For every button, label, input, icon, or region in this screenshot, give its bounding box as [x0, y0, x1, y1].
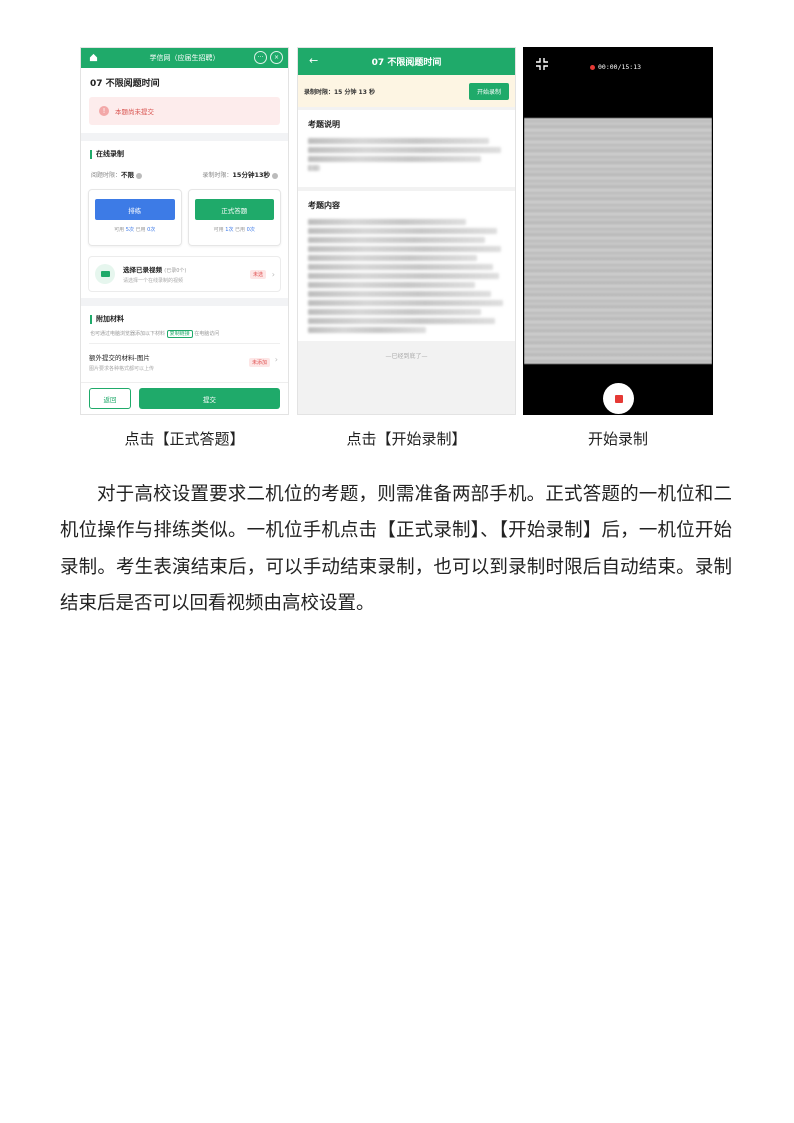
formal-answer-button[interactable]: 正式答题 — [194, 199, 274, 220]
blurred-text — [308, 165, 320, 171]
rehearsal-card: 排练 可用 5次 已用 0次 — [88, 189, 182, 246]
section-marker — [90, 149, 92, 159]
blurred-text — [308, 147, 502, 153]
blurred-text — [308, 318, 496, 324]
video-count: (已录0个) — [164, 268, 187, 274]
caption-1: 点击【正式答题】 — [124, 430, 245, 448]
screenshot-start-recording: ← 07 不限阅题时间 录制时限：15 分钟 13 秒 开始录制 考题说明 考题… — [297, 47, 516, 415]
blurred-text — [308, 309, 482, 315]
body-paragraph: 对于高校设置要求二机位的考题，则需准备两部手机。正式答题的一机位和二机位操作与排… — [60, 484, 732, 615]
formal-card: 正式答题 可用 1次 已用 0次 — [187, 189, 281, 246]
question-title: 07 不限阅题时间 — [90, 79, 160, 89]
stop-icon — [614, 394, 623, 403]
app-header: 学信网（应届生招聘） ··· × — [81, 48, 288, 68]
blurred-text — [308, 255, 478, 261]
end-of-list-note: —已经到底了— — [385, 353, 428, 360]
panel-heading: 考题说明 — [308, 120, 340, 129]
chevron-right-icon: › — [274, 355, 278, 364]
copy-link-button[interactable]: 复制链接 — [166, 330, 193, 338]
select-video-row[interactable]: 选择已录视频 (已录0个) 请选择一个在线录制的视频 未选 › — [88, 256, 281, 292]
recording-timer: 00:00/15:13 — [590, 63, 641, 71]
video-title: 选择已录视频 — [123, 266, 162, 274]
rehearsal-stats: 可用 5次 已用 0次 — [114, 227, 156, 233]
help-icon[interactable] — [272, 172, 278, 179]
blurred-text — [308, 156, 482, 162]
section-title: 在线录制 — [96, 150, 124, 158]
blurred-text — [308, 273, 500, 279]
alert-text: 本题尚未提交 — [115, 108, 154, 116]
blurred-text — [308, 219, 466, 225]
blurred-text — [308, 282, 476, 288]
not-submitted-alert: ! 本题尚未提交 — [89, 97, 280, 125]
back-arrow-icon[interactable]: ← — [309, 54, 318, 67]
bottom-bar: 返回 提交 — [81, 382, 288, 414]
reading-time: 阅题时限：不限 — [91, 169, 143, 179]
stop-recording-button[interactable] — [603, 383, 634, 414]
camera-topbar: 00:00/15:13 — [524, 48, 712, 118]
blurred-text — [308, 327, 427, 333]
section-attachments: 附加材料 — [81, 306, 288, 328]
blurred-text — [308, 246, 502, 252]
help-icon[interactable] — [136, 172, 143, 179]
back-button[interactable]: 返回 — [89, 388, 131, 409]
header-title: 学信网（应届生招聘） — [149, 54, 220, 62]
home-icon[interactable] — [89, 53, 98, 62]
video-camera-icon — [95, 264, 115, 284]
blurred-text — [308, 228, 498, 234]
question-content-panel: 考题内容 — [298, 191, 515, 341]
close-icon[interactable]: × — [270, 51, 283, 64]
caption-2: 点击【开始录制】 — [346, 430, 467, 448]
warning-icon: ! — [99, 106, 109, 116]
divider — [81, 133, 288, 141]
time-limits: 阅题时限：不限 录制时限：15分钟13秒 — [81, 163, 288, 185]
blurred-text — [308, 300, 504, 306]
status-badge: 未添加 — [248, 358, 270, 367]
screenshot-recording: 00:00/15:13 — [523, 47, 713, 415]
timer-bar: 录制时限：15 分钟 13 秒 开始录制 — [298, 75, 515, 107]
section-title: 附加材料 — [96, 315, 124, 323]
question-description-panel: 考题说明 — [298, 110, 515, 187]
record-time: 录制时限：15分钟13秒 — [202, 169, 278, 179]
submit-button[interactable]: 提交 — [139, 388, 280, 409]
attach-note: 也可通过电脑浏览器添加以下材料 复制链接 在电脑访问 — [90, 330, 220, 338]
section-marker — [90, 314, 92, 324]
video-subtitle: 请选择一个在线录制的视频 — [123, 278, 184, 284]
divider — [81, 298, 288, 306]
formal-stats: 可用 1次 已用 0次 — [213, 227, 255, 233]
app-header: ← 07 不限阅题时间 — [298, 48, 515, 75]
blurred-text — [308, 264, 494, 270]
panel-heading: 考题内容 — [308, 201, 340, 210]
extra-material-row[interactable]: 额外提交的材料-图片 图片要求各种格式都可以上传 未添加 › — [89, 343, 280, 380]
blurred-text — [308, 138, 490, 144]
caption-3: 开始录制 — [587, 430, 648, 448]
more-icon[interactable]: ··· — [254, 51, 267, 64]
header-title: 07 不限阅题时间 — [371, 58, 442, 68]
blurred-text — [308, 237, 486, 243]
section-online-record: 在线录制 — [81, 141, 288, 163]
blurred-text — [308, 291, 492, 297]
screenshot-formal-answer: 学信网（应届生招聘） ··· × 07 不限阅题时间 ! 本题尚未提交 在线录制… — [80, 47, 289, 415]
status-badge: 未选 — [249, 269, 266, 279]
shrink-icon[interactable] — [535, 57, 549, 71]
camera-preview — [524, 118, 712, 364]
rehearsal-button[interactable]: 排练 — [95, 199, 175, 220]
chevron-right-icon: › — [271, 269, 275, 279]
recording-dot-icon — [590, 64, 595, 70]
start-recording-button[interactable]: 开始录制 — [468, 82, 509, 100]
timer-text: 录制时限：15 分钟 13 秒 — [304, 88, 375, 96]
